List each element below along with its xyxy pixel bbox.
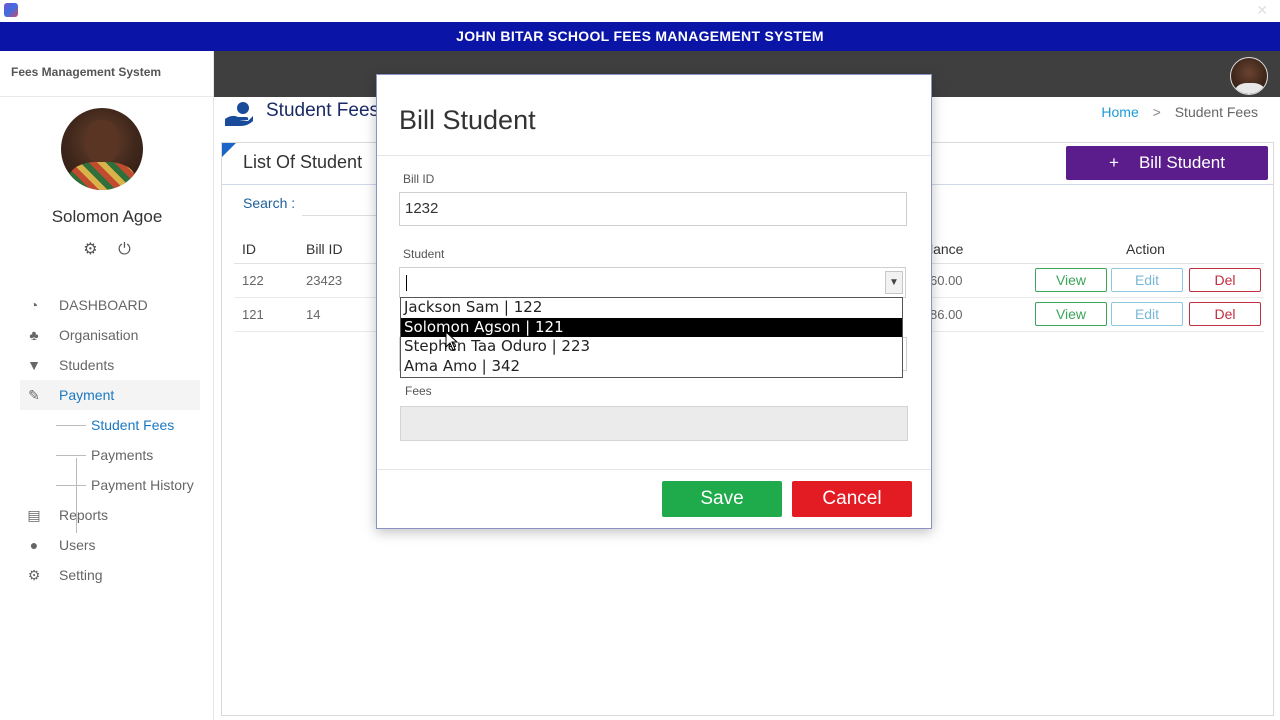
- sidebar-item-payment[interactable]: ✎ Payment: [20, 380, 200, 410]
- dropdown-option[interactable]: Jackson Sam | 122: [401, 298, 902, 318]
- chevron-down-icon[interactable]: ▼: [885, 271, 903, 294]
- dropdown-option[interactable]: Stephen Taa Oduro | 223: [401, 337, 902, 357]
- view-button[interactable]: View: [1035, 268, 1107, 292]
- sidebar-item-label: Users: [59, 537, 96, 553]
- sidebar-subitem-payment-history[interactable]: Payment History: [20, 470, 200, 500]
- sidebar-item-users[interactable]: ● Users: [20, 530, 200, 560]
- app-title: JOHN BITAR SCHOOL FEES MANAGEMENT SYSTEM: [456, 28, 824, 44]
- student-dropdown-list: Jackson Sam | 122 Solomon Agson | 121 St…: [400, 297, 903, 378]
- text-caret: [406, 275, 407, 291]
- sidebar-subitem-label: Payments: [91, 447, 154, 463]
- sidebar-item-label: Organisation: [59, 327, 139, 343]
- student-label: Student: [403, 247, 445, 261]
- student-select[interactable]: ▼: [399, 267, 906, 298]
- save-button[interactable]: Save: [662, 481, 782, 517]
- column-header-id: ID: [242, 241, 256, 257]
- sidebar: Fees Management System Solomon Agoe ⚙ ⏻ …: [0, 51, 214, 720]
- breadcrumb-home-link[interactable]: Home: [1101, 104, 1138, 120]
- app-logo-icon: [4, 3, 18, 17]
- graduation-cap-icon: ▼: [27, 357, 41, 373]
- delete-button[interactable]: Del: [1189, 268, 1261, 292]
- column-header-balance: lance: [930, 241, 964, 257]
- sidebar-item-label: Payment: [59, 387, 115, 403]
- bill-id-label: Bill ID: [403, 172, 435, 186]
- window-close-icon[interactable]: ✕: [1256, 2, 1268, 19]
- sidebar-item-label: Setting: [59, 567, 103, 583]
- search-input[interactable]: [302, 192, 382, 216]
- panel-corner-accent: [222, 143, 236, 157]
- power-icon[interactable]: ⏻: [118, 241, 131, 259]
- app-header: JOHN BITAR SCHOOL FEES MANAGEMENT SYSTEM: [0, 22, 1280, 51]
- sidebar-item-dashboard[interactable]: ◔ DASHBOARD: [20, 290, 200, 320]
- column-header-action: Action: [1126, 241, 1165, 257]
- settings-gear-icon[interactable]: ⚙: [83, 239, 97, 259]
- row-balance: 60.00: [930, 273, 963, 288]
- sidebar-item-label: Reports: [59, 507, 109, 523]
- dashboard-icon: ◔: [29, 297, 39, 313]
- payment-icon: ✎: [28, 387, 40, 403]
- view-button[interactable]: View: [1035, 302, 1107, 326]
- os-title-strip: ✕: [0, 0, 1280, 22]
- user-icon: ●: [29, 537, 39, 553]
- row-bill-id: 14: [306, 307, 321, 322]
- search-label: Search :: [243, 195, 296, 211]
- fees-label: Fees: [405, 384, 432, 398]
- row-balance: 86.00: [930, 307, 963, 322]
- dropdown-option-selected[interactable]: Solomon Agson | 121: [401, 317, 902, 338]
- plus-icon: +: [1109, 153, 1119, 172]
- sidebar-subitem-label: Payment History: [91, 477, 194, 493]
- row-bill-id: 23423: [306, 273, 343, 288]
- profile-avatar[interactable]: [1230, 57, 1268, 95]
- sidebar-item-organisation[interactable]: ♣ Organisation: [20, 320, 200, 350]
- bill-id-field[interactable]: 1232: [399, 192, 907, 226]
- sidebar-item-setting[interactable]: ⚙ Setting: [20, 560, 200, 590]
- hand-money-icon: [225, 102, 253, 126]
- sidebar-item-label: Students: [59, 357, 115, 373]
- fees-field[interactable]: [400, 406, 908, 441]
- row-id: 121: [242, 307, 264, 322]
- sidebar-subitem-payments[interactable]: Payments: [20, 440, 200, 470]
- user-avatar: [61, 108, 143, 190]
- sidebar-item-reports[interactable]: ▤ Reports: [20, 500, 200, 530]
- row-id: 122: [242, 273, 264, 288]
- sidebar-brand: Fees Management System: [0, 51, 213, 97]
- dialog-divider: [377, 155, 931, 156]
- dialog-footer-divider: [377, 469, 931, 470]
- bill-student-button-label: Bill Student: [1138, 153, 1225, 172]
- sidebar-nav: ◔ DASHBOARD ♣ Organisation ▼ Students ✎ …: [20, 290, 200, 590]
- sidebar-subitem-label: Student Fees: [91, 417, 175, 433]
- sidebar-subitem-student-fees[interactable]: Student Fees: [20, 410, 200, 440]
- dropdown-option[interactable]: Ama Amo | 342: [401, 357, 902, 377]
- gear-icon: ⚙: [27, 567, 41, 583]
- page-title: Student Fees: [266, 100, 380, 121]
- user-name: Solomon Agoe: [51, 207, 163, 226]
- user-tools: ⚙ ⏻: [0, 239, 214, 259]
- cancel-button[interactable]: Cancel: [792, 481, 912, 517]
- bill-student-button[interactable]: + Bill Student: [1066, 146, 1268, 180]
- panel-title: List Of Student: [243, 152, 363, 172]
- sidebar-item-label: DASHBOARD: [59, 297, 148, 313]
- column-header-bill-id: Bill ID: [306, 241, 343, 257]
- breadcrumb-separator: >: [1152, 104, 1161, 120]
- clipboard-icon: ▤: [27, 507, 41, 523]
- edit-button[interactable]: Edit: [1111, 268, 1183, 292]
- sidebar-item-students[interactable]: ▼ Students: [20, 350, 200, 380]
- dialog-title: Bill Student: [399, 105, 536, 135]
- delete-button[interactable]: Del: [1189, 302, 1261, 326]
- mouse-cursor-icon: [445, 331, 459, 351]
- edit-button[interactable]: Edit: [1111, 302, 1183, 326]
- sitemap-icon: ♣: [29, 327, 39, 343]
- breadcrumb: Home > Student Fees: [1101, 104, 1258, 120]
- breadcrumb-current: Student Fees: [1174, 104, 1258, 120]
